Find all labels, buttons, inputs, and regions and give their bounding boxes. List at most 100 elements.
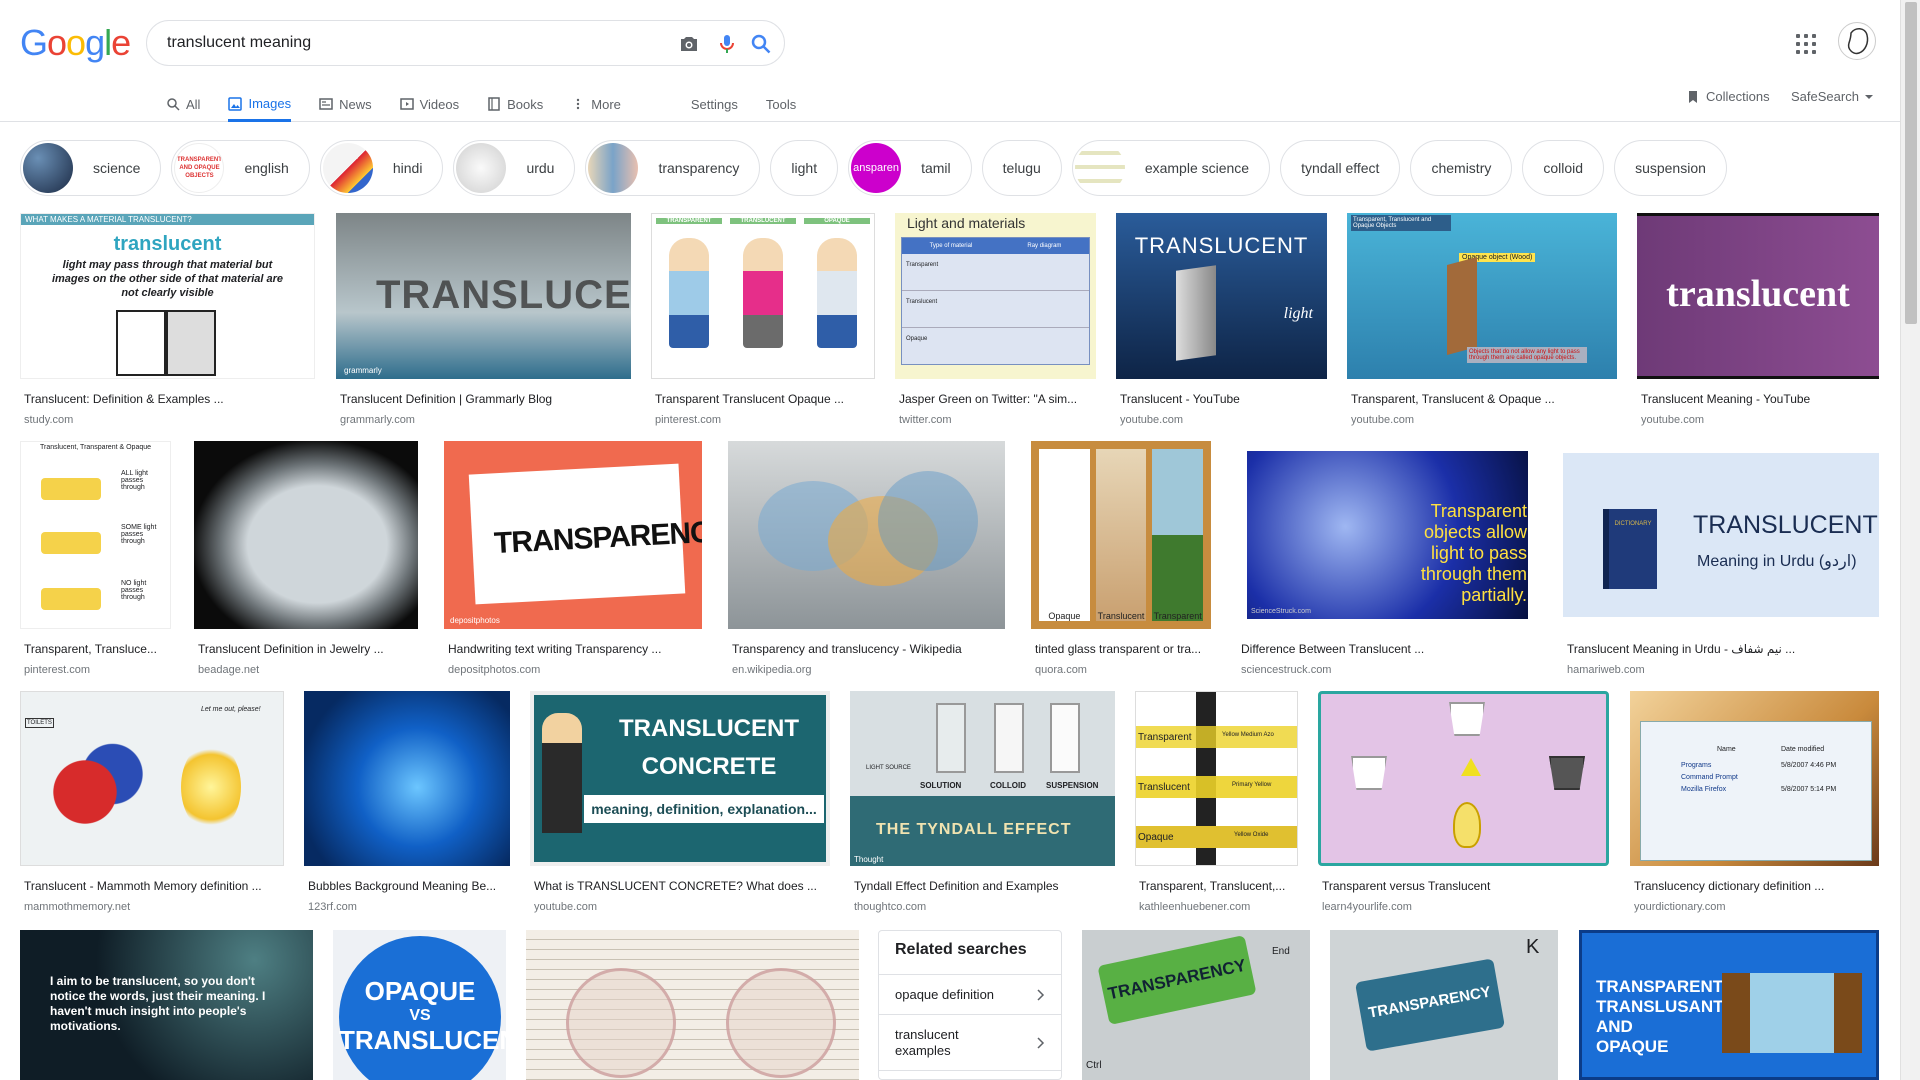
tab-books[interactable]: Books <box>487 88 543 120</box>
result-thumbnail[interactable]: TRANSLUCENT light <box>1116 213 1327 379</box>
result-thumbnail[interactable]: Transparent, Translucent and Opaque Obje… <box>1347 213 1617 379</box>
result-title[interactable]: Translucent Definition | Grammarly Blog <box>340 392 631 406</box>
result-title[interactable]: Transparent, Translucent & Opaque ... <box>1351 392 1617 406</box>
tab-news[interactable]: News <box>319 88 372 120</box>
chip-chemistry[interactable]: chemistry <box>1410 140 1513 196</box>
result-thumbnail[interactable] <box>304 691 510 866</box>
image-result[interactable]: Light and materials Type of material Ray … <box>895 213 1096 426</box>
result-title[interactable]: Transparent, Translucent,... <box>1139 879 1298 893</box>
image-result[interactable]: TRANSPARENT, TRANSLUSANT AND OPAQUE <box>1579 930 1879 1080</box>
image-result[interactable]: TRANSPARENCY depositphotos Handwriting t… <box>444 441 702 676</box>
image-result[interactable]: Name Date modified Programs Command Prom… <box>1630 691 1879 913</box>
result-thumbnail[interactable]: Transparent objects allow light to pass … <box>1237 441 1538 629</box>
chip-urdu[interactable]: urdu <box>453 140 576 196</box>
image-result[interactable]: Transparent, Translucent and Opaque Obje… <box>1347 213 1617 426</box>
image-result[interactable]: Opaque Translucent Transparent tinted gl… <box>1031 441 1211 676</box>
result-thumbnail[interactable]: TRANSPARENT TRANSLUCENT OPAQUE <box>651 213 875 379</box>
chip-light[interactable]: light <box>770 140 839 196</box>
image-result[interactable]: TRANSLUCENT grammarly Translucent Defini… <box>336 213 631 426</box>
chip-telugu[interactable]: telugu <box>981 140 1062 196</box>
camera-icon[interactable] <box>677 32 701 56</box>
chip-hindi[interactable]: hindi <box>319 140 444 196</box>
result-thumbnail[interactable]: TRANSLUCENT CONCRETE meaning, definition… <box>530 691 830 866</box>
chip-transparency[interactable]: transparency <box>585 140 761 196</box>
result-thumbnail[interactable]: translucent <box>1637 213 1879 379</box>
related-item[interactable]: translucent examples <box>879 1015 1061 1071</box>
chip-english[interactable]: TRANSPARENT AND OPAQUE OBJECTS english <box>171 140 310 196</box>
result-title[interactable]: What is TRANSLUCENT CONCRETE? What does … <box>534 879 830 893</box>
image-result[interactable]: Transparent objects allow light to pass … <box>1237 441 1538 676</box>
image-result[interactable]: OPAQUE VS TRANSLUCENT <box>333 930 506 1080</box>
result-thumbnail[interactable] <box>728 441 1005 629</box>
image-result[interactable]: WHAT MAKES A MATERIAL TRANSLUCENT? trans… <box>20 213 315 426</box>
image-result[interactable]: TRANSLUCENT CONCRETE meaning, definition… <box>530 691 830 913</box>
image-result[interactable]: TRANSPARENCY End Ctrl <box>1082 930 1310 1080</box>
result-title[interactable]: Translucent - Mammoth Memory definition … <box>24 879 284 893</box>
result-title[interactable]: Translucent Definition in Jewelry ... <box>198 642 418 656</box>
image-result[interactable]: TRANSLUCENT light Translucent - YouTube … <box>1116 213 1327 426</box>
result-thumbnail[interactable]: I aim to be translucent, so you don't no… <box>20 930 313 1080</box>
result-title[interactable]: Translucent - YouTube <box>1120 392 1327 406</box>
result-thumbnail[interactable]: DICTIONARY TRANSLUCENT Meaning in Urdu (… <box>1563 441 1879 629</box>
result-title[interactable]: Tyndall Effect Definition and Examples <box>854 879 1115 893</box>
image-result[interactable]: DICTIONARY TRANSLUCENT Meaning in Urdu (… <box>1563 441 1879 676</box>
microphone-icon[interactable] <box>715 32 739 56</box>
result-title[interactable]: Jasper Green on Twitter: "A sim... <box>899 392 1096 406</box>
related-item[interactable]: opaque definition <box>879 975 1061 1015</box>
image-result[interactable]: TOILETS Let me out, please! Translucent … <box>20 691 284 913</box>
result-thumbnail[interactable]: TRANSLUCENT grammarly <box>336 213 631 379</box>
chip-suspension[interactable]: suspension <box>1614 140 1727 196</box>
result-thumbnail[interactable]: TOILETS Let me out, please! <box>20 691 284 866</box>
chip-science[interactable]: science <box>20 140 162 196</box>
result-title[interactable]: Difference Between Translucent ... <box>1241 642 1538 656</box>
image-result[interactable]: Translucent Definition in Jewelry ... be… <box>194 441 418 676</box>
image-result[interactable]: Translucent, Transparent & Opaque ALL li… <box>20 441 171 676</box>
image-result[interactable]: Bubbles Background Meaning Be... 123rf.c… <box>304 691 510 913</box>
collections-link[interactable]: Collections <box>1686 89 1770 104</box>
tab-videos[interactable]: Videos <box>399 88 459 120</box>
settings-link[interactable]: Settings <box>691 88 738 120</box>
result-thumbnail[interactable]: WHAT MAKES A MATERIAL TRANSLUCENT? trans… <box>20 213 315 379</box>
result-title[interactable]: Transparent versus Translucent <box>1322 879 1609 893</box>
image-result[interactable]: translucent Translucent Meaning - YouTub… <box>1637 213 1879 426</box>
result-title[interactable]: Transparency and translucency - Wikipedi… <box>732 642 1005 656</box>
search-input[interactable] <box>167 31 647 55</box>
avatar[interactable] <box>1838 22 1876 60</box>
chip-tamil[interactable]: ansparen tamil <box>848 140 972 196</box>
image-result[interactable]: I aim to be translucent, so you don't no… <box>20 930 313 1080</box>
result-thumbnail[interactable]: Opaque Translucent Transparent <box>1031 441 1211 629</box>
image-result[interactable]: LIGHT SOURCE SOLUTION COLLOID SUSPENSION… <box>850 691 1115 913</box>
tools-link[interactable]: Tools <box>766 88 796 120</box>
result-thumbnail[interactable]: Name Date modified Programs Command Prom… <box>1630 691 1879 866</box>
image-result[interactable]: TRANSPARENCY K <box>1330 930 1558 1080</box>
apps-grid-icon[interactable] <box>1794 32 1818 56</box>
result-thumbnail[interactable]: TRANSPARENCY depositphotos <box>444 441 702 629</box>
image-result[interactable]: TRANSPARENT TRANSLUCENT OPAQUE Transpare… <box>651 213 875 426</box>
result-title[interactable]: Translucent Meaning - YouTube <box>1641 392 1879 406</box>
result-thumbnail[interactable]: Transparent Translucent Opaque Yellow Me… <box>1135 691 1298 866</box>
chip-example-science[interactable]: example science <box>1071 140 1271 196</box>
result-title[interactable]: tinted glass transparent or tra... <box>1035 642 1211 656</box>
result-title[interactable]: Transparent Translucent Opaque ... <box>655 392 875 406</box>
image-result[interactable]: Transparent versus Translucent learn4you… <box>1318 691 1609 913</box>
result-thumbnail[interactable] <box>194 441 418 629</box>
result-title[interactable]: Translucent Meaning in Urdu - نیم شفاف .… <box>1567 642 1879 656</box>
result-thumbnail[interactable]: OPAQUE VS TRANSLUCENT <box>333 930 506 1080</box>
result-title[interactable]: Transparent, Transluce... <box>24 642 171 656</box>
result-thumbnail[interactable] <box>526 930 859 1080</box>
chip-colloid[interactable]: colloid <box>1522 140 1605 196</box>
search-box[interactable] <box>146 20 785 66</box>
image-result[interactable]: Transparent Translucent Opaque Yellow Me… <box>1135 691 1298 913</box>
result-title[interactable]: Handwriting text writing Transparency ..… <box>448 642 702 656</box>
scrollbar[interactable] <box>1900 0 1920 1080</box>
google-logo[interactable]: Google <box>20 22 131 64</box>
result-thumbnail[interactable] <box>1318 691 1609 866</box>
result-title[interactable]: Bubbles Background Meaning Be... <box>308 879 510 893</box>
result-title[interactable]: Translucent: Definition & Examples ... <box>24 392 315 406</box>
tab-all[interactable]: All <box>166 88 200 120</box>
chip-tyndall-effect[interactable]: tyndall effect <box>1280 140 1401 196</box>
result-thumbnail[interactable]: LIGHT SOURCE SOLUTION COLLOID SUSPENSION… <box>850 691 1115 866</box>
result-thumbnail[interactable]: TRANSPARENT, TRANSLUSANT AND OPAQUE <box>1579 930 1879 1080</box>
tab-images[interactable]: Images <box>228 88 292 122</box>
image-result[interactable] <box>526 930 859 1080</box>
